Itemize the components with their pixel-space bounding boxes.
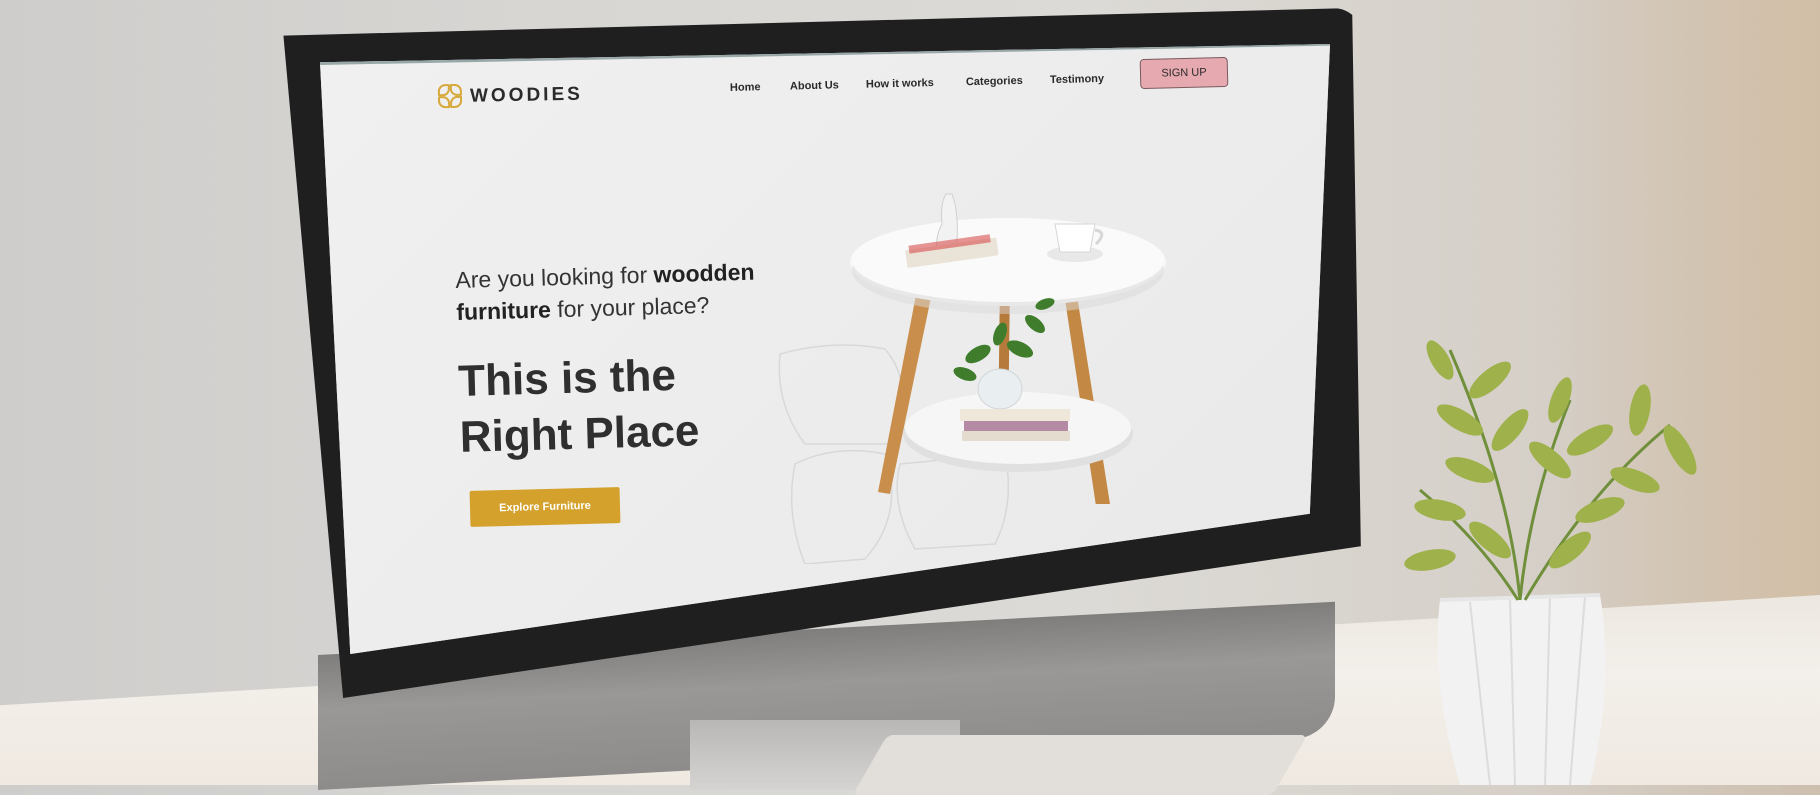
side-table-photo <box>850 193 1166 504</box>
main-navigation: Home About Us How it works Categories Te… <box>730 60 1211 106</box>
decorative-plant <box>1404 340 1697 785</box>
hero-lead-bold: furniture <box>455 296 552 325</box>
hero-lead-text: Are you looking for <box>455 261 654 293</box>
nav-categories[interactable]: Categories <box>966 75 1023 88</box>
monitor-stand-base <box>852 735 1308 795</box>
hero-lead-bold: woodden <box>653 258 755 288</box>
nav-testimony[interactable]: Testimony <box>1050 73 1104 86</box>
hero-lead-text: for your place? <box>550 291 710 323</box>
nav-home[interactable]: Home <box>730 81 761 94</box>
hero-lead: Are you looking for woodden furniture fo… <box>455 252 877 328</box>
nav-about-us[interactable]: About Us <box>790 79 839 92</box>
explore-furniture-button[interactable]: Explore Furniture <box>469 487 621 527</box>
brand-name: WOODIES <box>469 83 584 107</box>
brand-logo[interactable]: WOODIES <box>437 82 584 111</box>
nav-how-it-works[interactable]: How it works <box>866 77 934 91</box>
flower-logo-icon <box>437 83 464 110</box>
signup-button[interactable]: SIGN UP <box>1139 56 1229 90</box>
